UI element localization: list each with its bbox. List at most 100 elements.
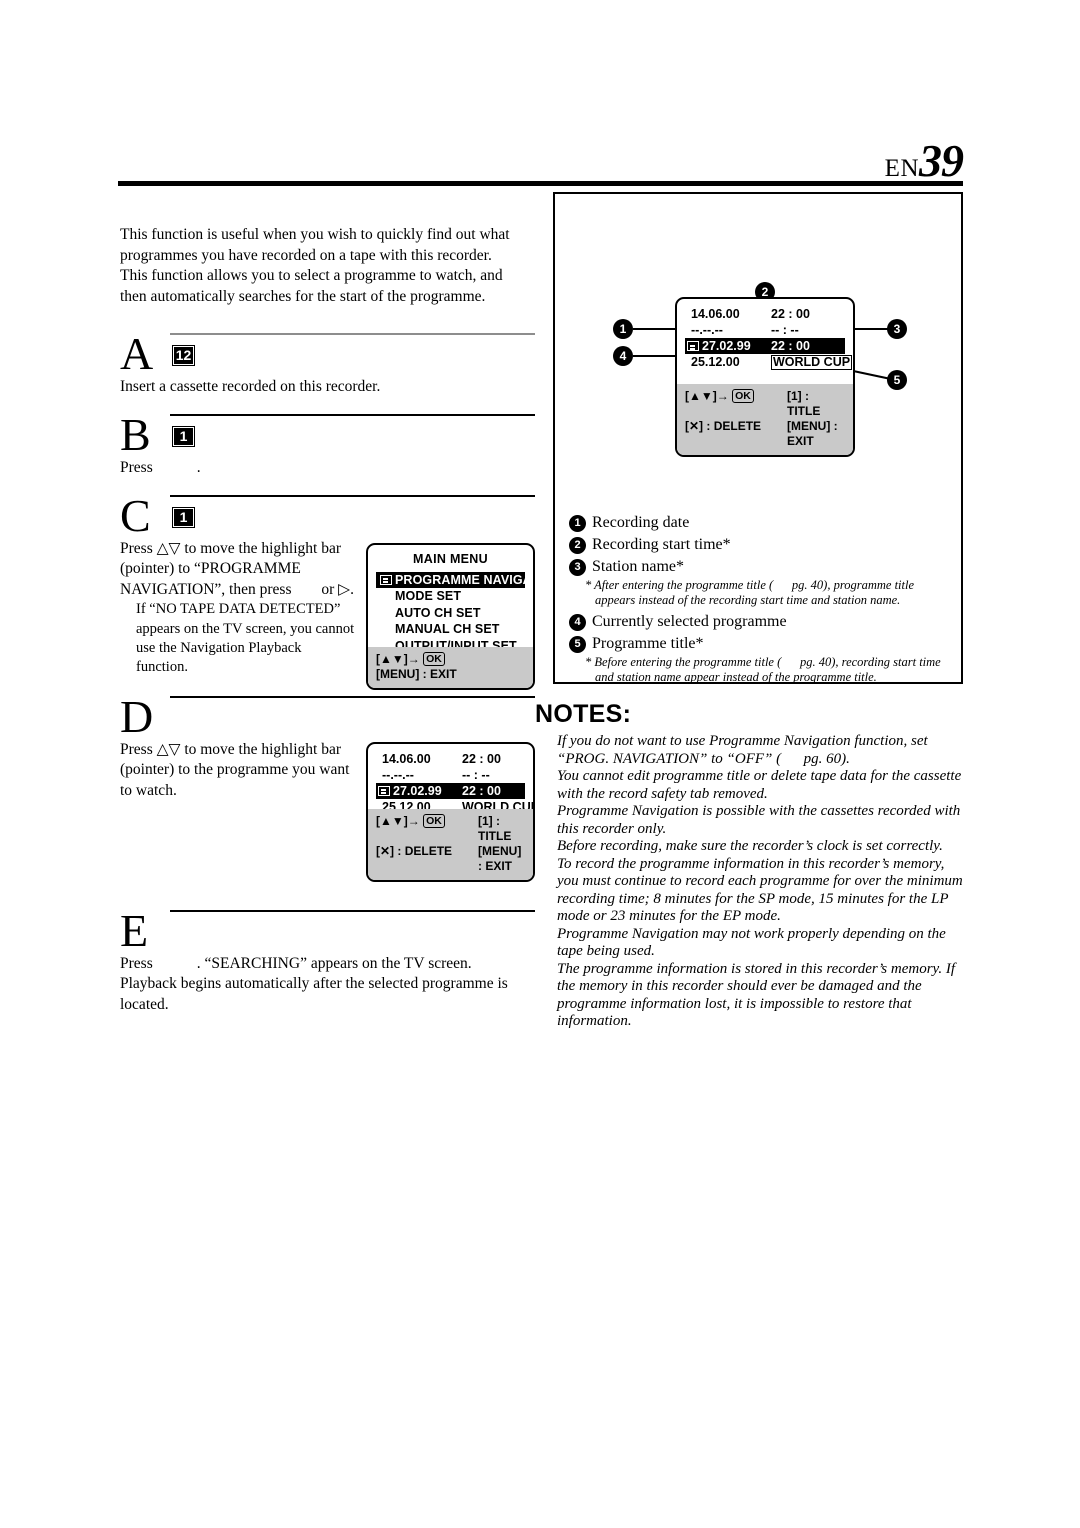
ok-button-icon: OK xyxy=(423,813,445,828)
navigation-footer-bar: [▲▼]→ OK [1] : TITLE [✕] : DELETE [MENU]… xyxy=(368,808,533,880)
title-key-label: [1] : TITLE xyxy=(787,389,821,418)
folio-language-code: EN xyxy=(884,155,919,182)
delete-key-label: [✕] : DELETE xyxy=(685,419,762,433)
legend-footnote-star-2: * Before entering the programme title ( … xyxy=(585,655,941,684)
step-b-body-prefix: Press xyxy=(120,459,153,477)
navigation-footer-line-2: [✕] : DELETE [MENU] : EXIT xyxy=(376,844,525,874)
row-time: -- : -- xyxy=(771,323,799,337)
step-a-letter: A xyxy=(120,328,154,380)
step-c-button-badge: 1 xyxy=(172,506,195,528)
legend-label-2: Recording start time* xyxy=(592,536,731,553)
step-d: D Press △▽ to move the highlight bar (po… xyxy=(120,690,535,882)
legend-item-3: 3 Station name* xyxy=(569,556,949,577)
main-menu-footer-nav-line: [▲▼]→ OK xyxy=(376,651,525,667)
callout-marker-4: 4 xyxy=(613,346,633,366)
step-c: C 1 Press △▽ to move the highlight bar (… xyxy=(120,489,535,690)
legend-bullet-4: 4 xyxy=(569,614,586,631)
legend-item-2: 2 Recording start time* xyxy=(569,534,949,555)
nav-keys-label: [▲▼] xyxy=(376,651,408,666)
step-c-body-main: Press △▽ to move the highlight bar (poin… xyxy=(120,539,356,601)
legend-label-4: Currently selected programme xyxy=(592,613,787,630)
ok-button-icon: OK xyxy=(423,651,445,666)
row-time: 22 : 00 xyxy=(462,783,501,798)
row-date: 27.02.99 xyxy=(687,338,771,354)
arrow-icon: → xyxy=(716,389,729,403)
main-menu-item-mode-set[interactable]: MODE SET xyxy=(376,588,525,605)
pointer-hand-icon xyxy=(380,574,392,585)
step-a: A 12 Insert a cassette recorded on this … xyxy=(120,328,535,408)
diagram-navigation-screen: 14.06.00 22 : 00 BBC --.--.-- -- : -- PR… xyxy=(675,297,855,457)
table-row-selected[interactable]: 27.02.99 22 : 00 BBC2 xyxy=(376,782,525,799)
step-b-body: Press. xyxy=(120,458,535,489)
legend-bullet-3: 3 xyxy=(569,559,586,576)
leader-line-4 xyxy=(633,355,677,357)
diagram-footer-line-1: [▲▼]→ OK [1] : TITLE xyxy=(685,389,845,419)
step-a-body: Insert a cassette recorded on this recor… xyxy=(120,378,381,396)
navigation-footer-line-1: [▲▼]→ OK [1] : TITLE xyxy=(376,813,525,844)
pointer-hand-icon xyxy=(687,341,699,351)
step-e-body: Press. “SEARCHING” appears on the TV scr… xyxy=(120,954,520,1026)
step-c-text-column: Press △▽ to move the highlight bar (poin… xyxy=(120,539,356,688)
main-menu-footer-bar: [▲▼]→ OK [MENU] : EXIT xyxy=(368,646,533,688)
programme-title-box: WORLD CUP xyxy=(771,355,853,370)
table-row[interactable]: 14.06.00 22 : 00 BBC xyxy=(685,306,845,322)
main-menu-item-programme-navigation[interactable]: PROGRAMME NAVIGATION xyxy=(376,571,533,589)
legend-label-1: Recording date xyxy=(592,514,690,531)
nav-keys-label: [▲▼] xyxy=(685,389,717,403)
step-c-body-main-tail: or ▷. xyxy=(321,580,354,598)
legend-bullet-2: 2 xyxy=(569,537,586,554)
table-row[interactable]: 14.06.00 22 : 00 BBC xyxy=(376,751,525,767)
note-item: Before recording, make sure the recorder… xyxy=(557,838,943,854)
page-number: 39 xyxy=(919,135,964,186)
main-menu-title: MAIN MENU xyxy=(413,551,488,566)
header-divider xyxy=(118,181,963,186)
legend-bullet-5: 5 xyxy=(569,636,586,653)
legend-item-1: 1 Recording date xyxy=(569,512,949,533)
step-e-body-prefix: Press xyxy=(120,954,153,972)
table-row[interactable]: 25.12.00 WORLD CUP xyxy=(685,354,853,370)
row-date-text: 27.02.99 xyxy=(702,339,751,353)
step-c-letter: C xyxy=(120,489,151,541)
pointer-hand-icon xyxy=(378,785,390,796)
table-row-selected[interactable]: 27.02.99 22 : 00 BBC2 xyxy=(685,338,845,354)
left-content-column: This function is useful when you wish to… xyxy=(120,225,535,1031)
ok-button-icon: OK xyxy=(732,389,754,403)
callout-marker-3: 3 xyxy=(887,319,907,339)
navigation-row-list: 14.06.00 22 : 00 BBC --.--.-- -- : -- PR… xyxy=(368,744,533,815)
leader-line-1 xyxy=(633,328,677,330)
legend-item-4: 4 Currently selected programme xyxy=(569,611,949,632)
step-d-letter: D xyxy=(120,690,154,742)
table-row[interactable]: --.--.-- -- : -- PR. 7 xyxy=(376,767,525,783)
step-e-body-suffix: . “SEARCHING” appears on the TV screen. … xyxy=(120,954,508,1013)
diagram-legend: 1 Recording date 2 Recording start time*… xyxy=(569,512,949,688)
row-time: 22 : 00 xyxy=(771,339,810,353)
intro-paragraph: This function is useful when you wish to… xyxy=(120,226,510,305)
exit-key-label: [MENU] : EXIT xyxy=(478,843,522,873)
note-item: Programme Navigation is possible with th… xyxy=(557,803,961,837)
notes-heading: NOTES: xyxy=(535,700,632,728)
row-date: --.--.-- xyxy=(382,767,414,782)
page-folio: EN39 xyxy=(884,135,964,186)
table-row[interactable]: --.--.-- -- : -- PR. 7 xyxy=(685,322,845,338)
illustration-panel: 2 1 4 3 5 14.06.00 22 : 00 BBC --.--.-- xyxy=(553,192,963,684)
note-item: The programme information is stored in t… xyxy=(557,960,956,1030)
row-date: 14.06.00 xyxy=(691,307,740,321)
main-menu-item-auto-ch-set[interactable]: AUTO CH SET xyxy=(376,605,525,622)
diagram-footer-line-2: [✕] : DELETE [MENU] : EXIT xyxy=(685,419,845,449)
main-menu-item-manual-ch-set[interactable]: MANUAL CH SET xyxy=(376,621,525,638)
legend-bullet-1: 1 xyxy=(569,515,586,532)
diagram-footer-nav: [▲▼]→ OK xyxy=(685,389,777,419)
legend-label-3: Station name* xyxy=(592,558,684,575)
nav-keys-label: [▲▼] xyxy=(376,813,408,828)
step-d-text-column: Press △▽ to move the highlight bar (poin… xyxy=(120,740,356,812)
row-time: -- : -- xyxy=(462,767,490,782)
legend-label-5: Programme title* xyxy=(592,635,704,652)
legend-footnote-star-1: * After entering the programme title ( p… xyxy=(585,578,915,607)
step-e-letter: E xyxy=(120,904,149,956)
step-e: E Press. “SEARCHING” appears on the TV s… xyxy=(120,904,535,1026)
step-c-body-main-text: Press △▽ to move the highlight bar (poin… xyxy=(120,539,342,598)
row-date: --.--.-- xyxy=(691,323,723,337)
exit-key-label: [MENU] : EXIT xyxy=(787,419,838,448)
step-b-button-badge: 1 xyxy=(172,426,195,448)
step-b-body-suffix: . xyxy=(196,459,201,477)
